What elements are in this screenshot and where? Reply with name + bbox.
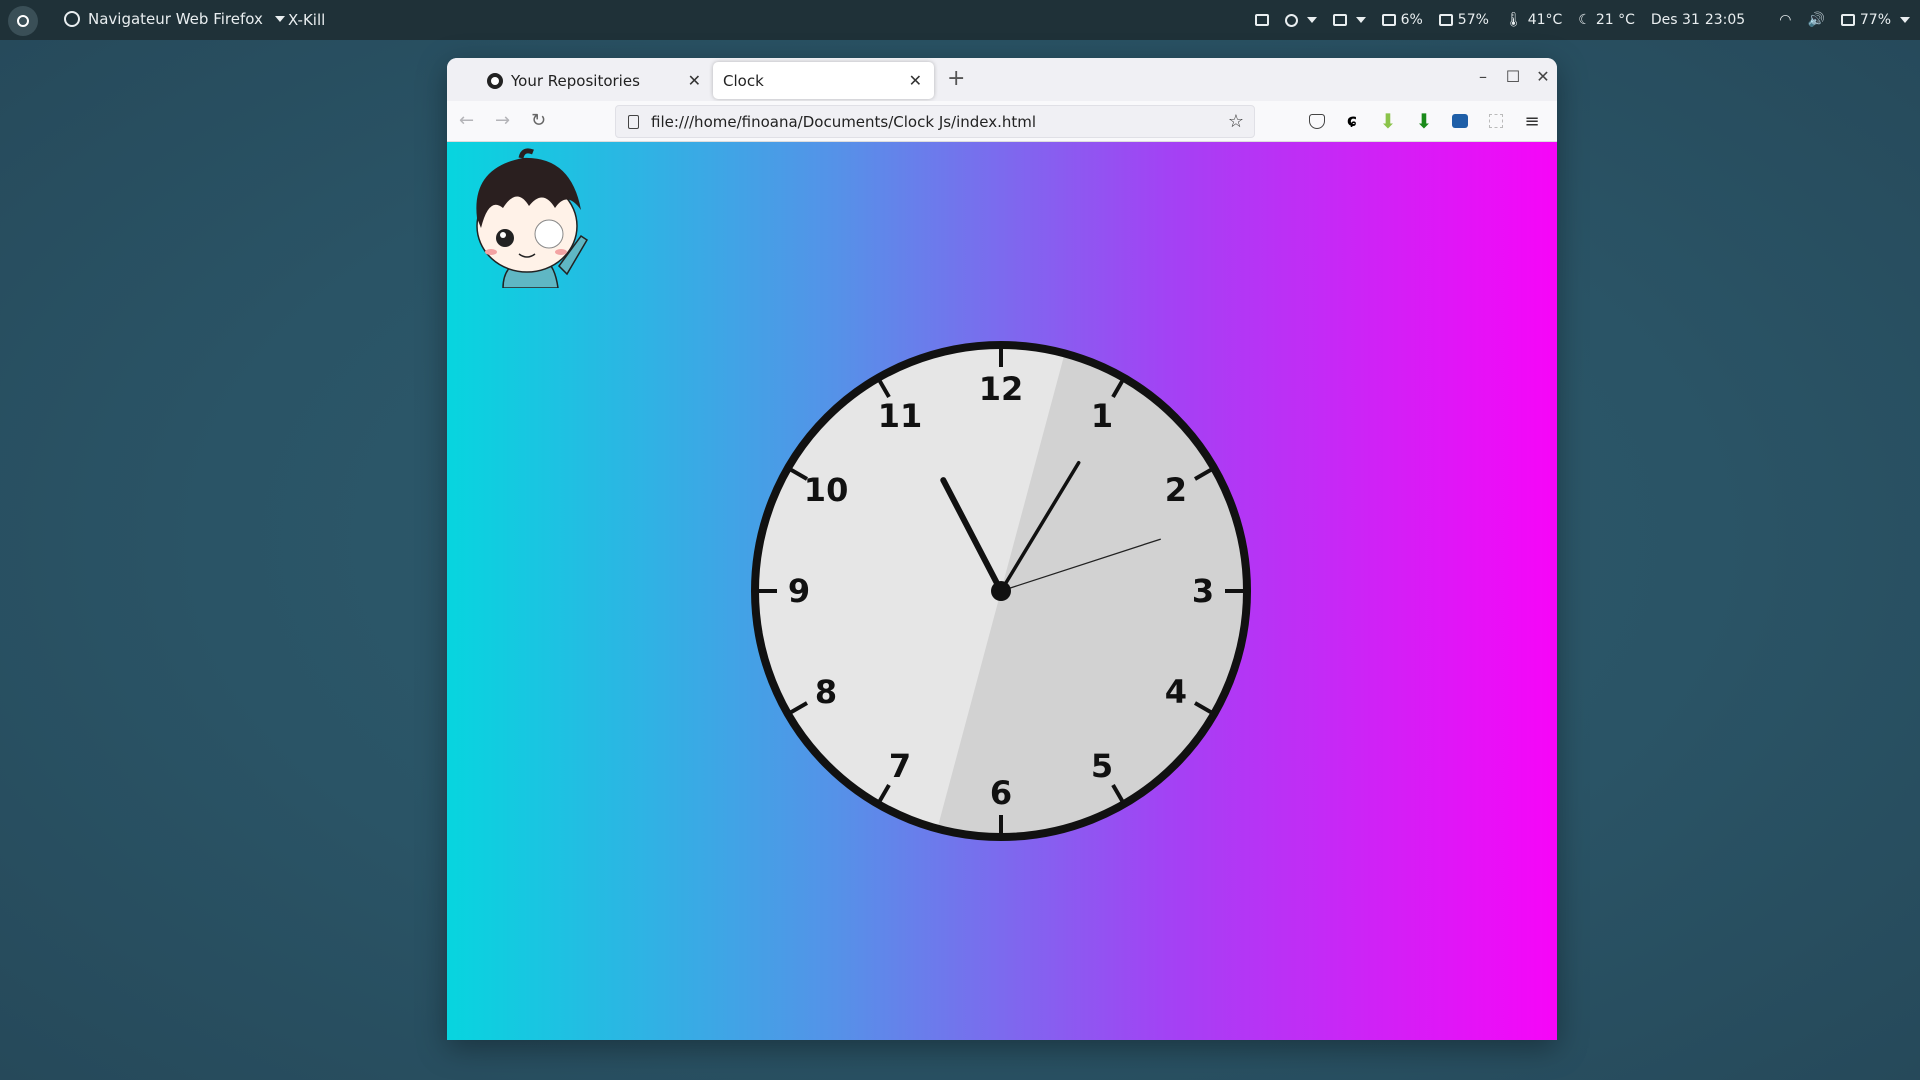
menu-icon[interactable]: ≡ [1522,111,1542,132]
battery-indicator[interactable]: 77% [1840,12,1910,28]
thermometer-icon: 🌡 [1504,12,1523,28]
chevron-down-icon [1306,17,1317,23]
screenshot-button[interactable] [1254,14,1269,26]
tab-clock[interactable]: Clock ✕ [713,62,934,99]
temperature-value: 41°C [1527,12,1563,28]
close-tab-icon[interactable]: ✕ [909,71,922,90]
clipboard-menu[interactable] [1332,14,1366,26]
clock-number-9: 9 [788,572,810,610]
tab-label: Your Repositories [511,71,640,90]
clock-number-1: 1 [1091,397,1113,435]
top-panel: Navigateur Web Firefox X-Kill 6% 57% 🌡 41… [0,0,1920,40]
launcher-button[interactable] [8,6,38,36]
xkill-button[interactable]: X-Kill [288,11,325,29]
clock-center-pin [991,581,1011,601]
chevron-down-icon [1355,17,1366,23]
clipboard-icon [1332,14,1347,26]
clock-number-5: 5 [1091,747,1113,785]
new-tab-button[interactable]: + [947,66,965,91]
tab-label: Clock [723,71,764,90]
page-icon [628,114,639,129]
time-value: 23:05 [1704,12,1746,28]
weather-indicator[interactable]: ☾ 21 °C [1578,12,1635,28]
download-helper-icon[interactable]: ⬇ [1378,109,1398,133]
memory-icon [1438,14,1453,26]
url-bar[interactable]: file:///home/finoana/Documents/Clock Js/… [615,105,1255,138]
github-icon [487,72,503,89]
clock-number-11: 11 [878,397,923,435]
memory-value: 57% [1457,12,1489,28]
wifi-indicator[interactable]: ◠ [1779,12,1791,28]
app-menu[interactable]: Navigateur Web Firefox [64,10,285,28]
firefox-window: Your Repositories ✕ Clock ✕ + – ☐ ✕ ← → … [447,58,1557,1040]
camera-icon [1254,14,1269,26]
emoji-icon [1284,13,1298,27]
system-tray: 6% 57% 🌡 41°C ☾ 21 °C Des 31 23:05 ◠ 🔊 77% [1239,0,1910,40]
cpu-icon [1381,14,1396,26]
reload-icon[interactable]: ↻ [531,110,546,131]
firefox-icon [64,11,80,27]
cpu-indicator[interactable]: 6% [1381,12,1423,28]
clock-number-10: 10 [804,471,849,509]
navigation-toolbar: ← → ↻ file:///home/finoana/Documents/Clo… [447,101,1557,142]
weather-value: 21 °C [1595,12,1635,28]
star-icon[interactable]: ☆ [1228,111,1244,132]
clock-number-2: 2 [1165,471,1187,509]
forward-icon[interactable]: → [495,110,510,131]
temperature-indicator[interactable]: 🌡 41°C [1505,12,1562,28]
date-value: Des 31 [1650,12,1700,28]
clock-number-6: 6 [990,774,1012,812]
maximize-icon[interactable]: ☐ [1505,67,1521,86]
close-icon[interactable]: ✕ [1535,67,1551,86]
analog-clock: 121234567891011 [751,341,1251,841]
battery-icon [1840,14,1855,26]
clock-number-12: 12 [979,370,1024,408]
datetime-indicator[interactable]: Des 31 23:05 [1651,12,1745,28]
clock-number-8: 8 [815,673,837,711]
clock-number-4: 4 [1165,673,1187,711]
app-name: Navigateur Web Firefox [88,10,263,28]
extensions-placeholder-icon[interactable] [1489,114,1503,128]
gnome-extension-icon[interactable]: ɕ [1342,111,1362,131]
url-text: file:///home/finoana/Documents/Clock Js/… [651,112,1037,131]
volume-icon: 🔊 [1807,12,1825,28]
tab-your-repositories[interactable]: Your Repositories ✕ [487,62,713,99]
tab-bar: Your Repositories ✕ Clock ✕ + – ☐ ✕ [447,58,1557,101]
downloads-icon[interactable]: ⬇ [1414,109,1434,133]
chevron-down-icon [1900,17,1910,23]
close-tab-icon[interactable]: ✕ [688,71,701,90]
clock-number-7: 7 [889,747,911,785]
memory-indicator[interactable]: 57% [1438,12,1489,28]
minimize-icon[interactable]: – [1475,67,1491,86]
pocket-icon[interactable] [1309,113,1325,129]
launcher-icon [17,15,29,27]
extension-icon[interactable] [1452,114,1468,128]
moon-icon: ☾ [1578,12,1591,28]
emoji-menu[interactable] [1284,13,1317,27]
wifi-icon: ◠ [1779,12,1792,28]
back-icon[interactable]: ← [459,110,474,131]
volume-indicator[interactable]: 🔊 [1807,12,1824,28]
chevron-down-icon [274,16,285,22]
battery-value: 77% [1859,12,1891,28]
clock-number-3: 3 [1192,572,1214,610]
page-content: 12 1 2 3 4 5 6 7 8 9 10 11 [447,142,1557,1040]
cpu-value: 6% [1400,12,1423,28]
window-controls: – ☐ ✕ [1475,67,1551,86]
